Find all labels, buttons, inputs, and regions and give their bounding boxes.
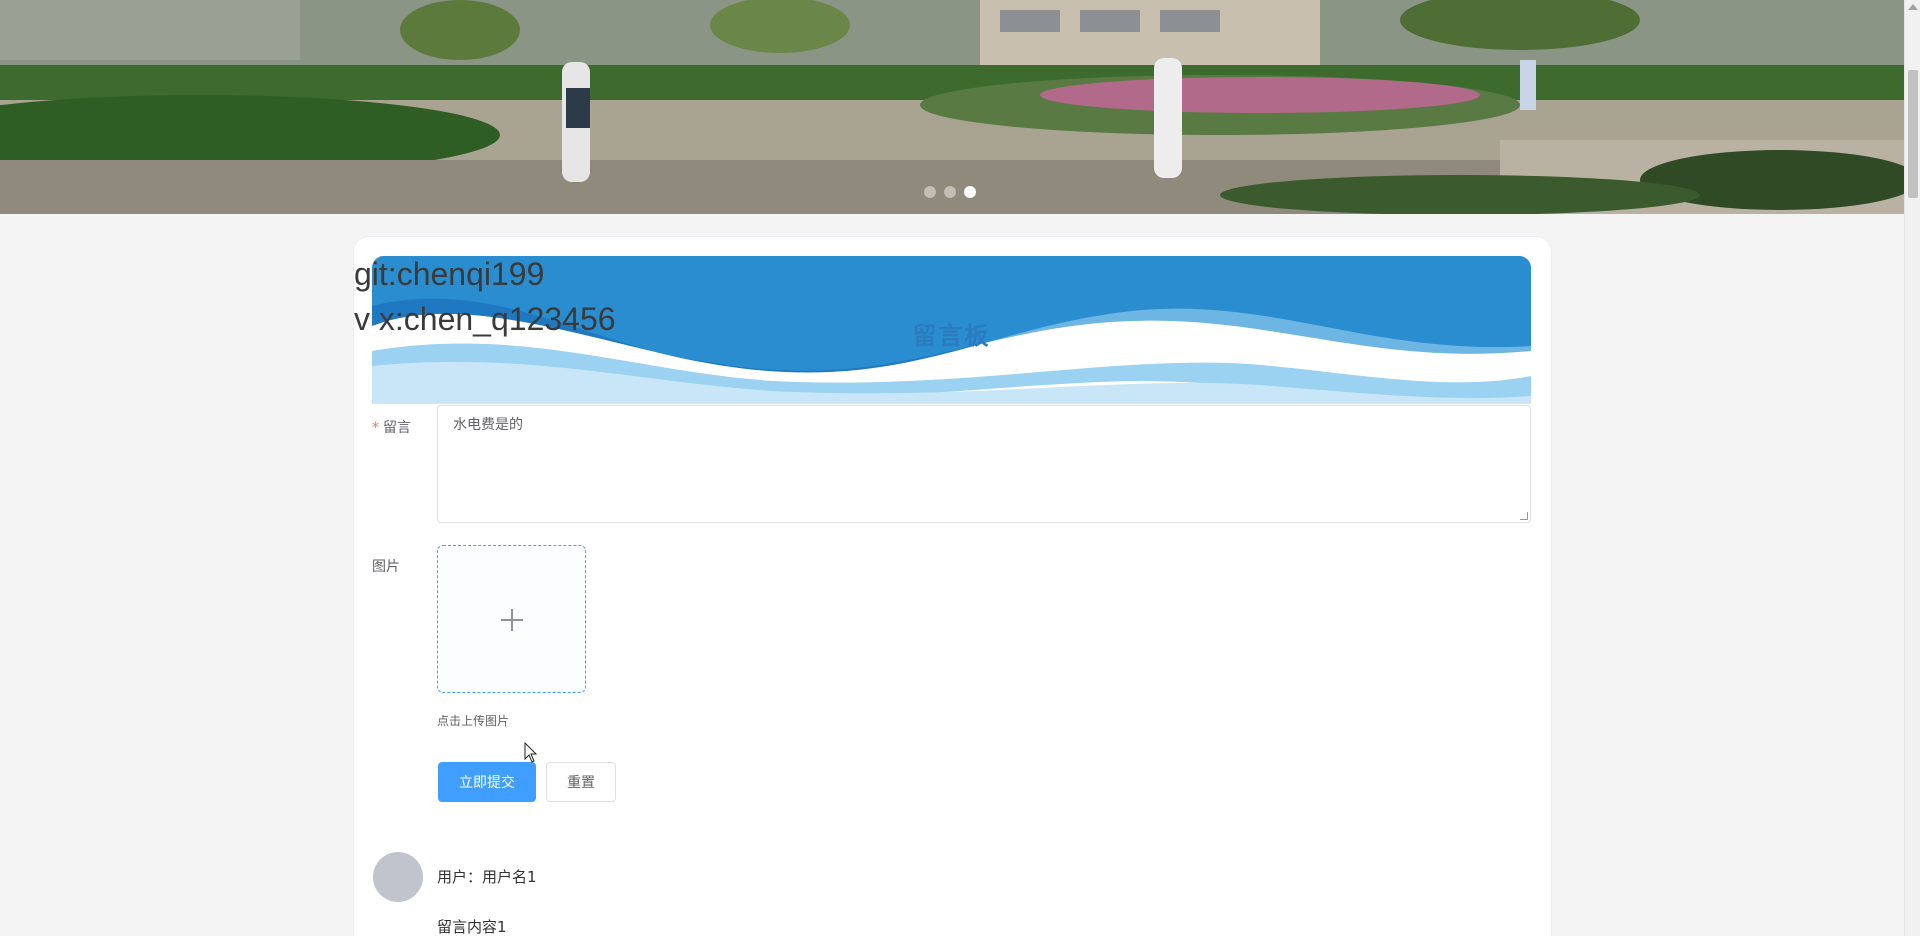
required-mark: * bbox=[372, 420, 379, 436]
hero-carousel[interactable] bbox=[0, 0, 1904, 214]
carousel-indicators bbox=[924, 186, 976, 198]
overlay-wechat: v x:chen_q123456 bbox=[354, 301, 616, 337]
carousel-dot[interactable] bbox=[944, 186, 956, 198]
scroll-thumb[interactable] bbox=[1908, 70, 1918, 198]
page: 留言板 git:chenqi199 v x:chen_q123456 * 留言 水… bbox=[0, 0, 1920, 936]
overlay-git: git:chenqi199 bbox=[354, 256, 545, 292]
upload-tip: 点击上传图片 bbox=[437, 714, 510, 728]
scroll-up-icon[interactable] bbox=[1908, 4, 1918, 10]
carousel-dot-active[interactable] bbox=[964, 186, 976, 198]
comment-content: 留言内容1 bbox=[437, 918, 507, 936]
plus-icon-vertical bbox=[511, 609, 513, 631]
campus-photo bbox=[0, 0, 1904, 214]
comment-user: 用户：用户名1 bbox=[437, 868, 537, 886]
reset-button[interactable]: 重置 bbox=[546, 762, 616, 802]
carousel-dot[interactable] bbox=[924, 186, 936, 198]
submit-button[interactable]: 立即提交 bbox=[438, 762, 536, 802]
message-value: 水电费是的 bbox=[453, 417, 523, 433]
message-textarea[interactable]: 水电费是的 bbox=[437, 405, 1531, 523]
image-upload-box[interactable] bbox=[437, 545, 586, 693]
image-label: 图片 bbox=[372, 559, 400, 575]
mouse-cursor-icon bbox=[524, 742, 538, 763]
avatar bbox=[373, 852, 423, 902]
resize-handle[interactable] bbox=[1520, 512, 1528, 520]
message-label: * 留言 bbox=[372, 417, 411, 437]
message-label-text: 留言 bbox=[383, 420, 411, 436]
page-scrollbar[interactable] bbox=[1904, 0, 1920, 936]
